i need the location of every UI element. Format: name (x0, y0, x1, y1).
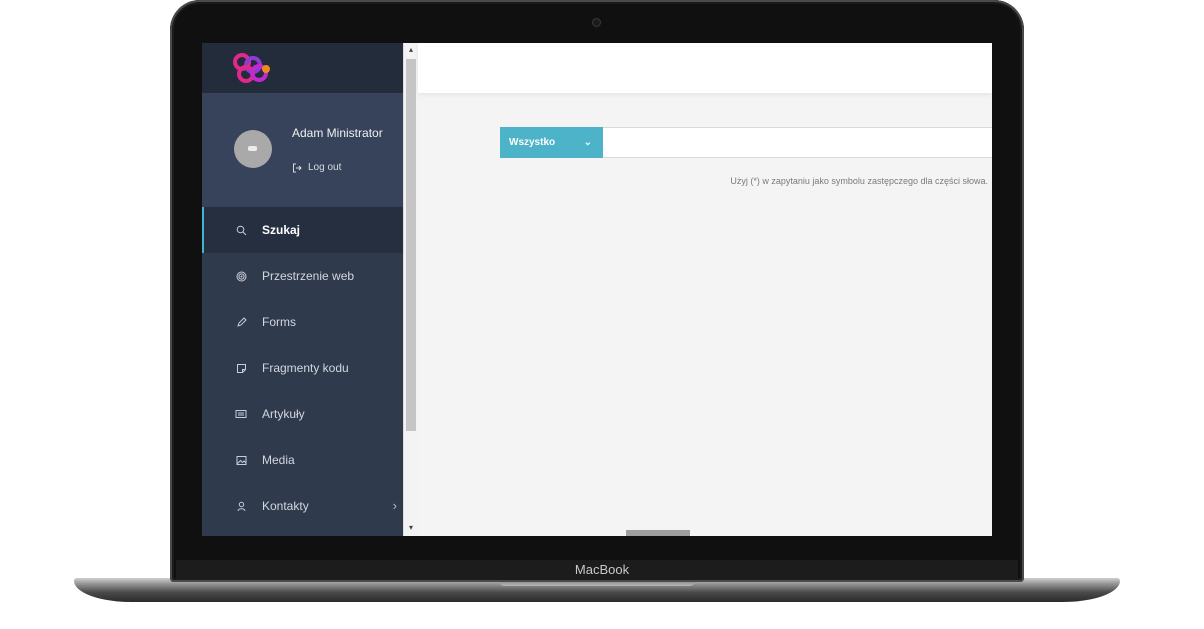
sidebar-item-media[interactable]: Media (202, 437, 403, 483)
sidebar-item-label: Artykuły (262, 407, 305, 421)
avatar-placeholder-icon (248, 146, 257, 151)
logout-icon (293, 163, 302, 172)
top-header (418, 43, 992, 93)
camera-icon (592, 18, 601, 27)
scrollbar-thumb[interactable] (406, 59, 416, 431)
chevron-right-icon: › (392, 498, 397, 513)
app-logo[interactable] (232, 52, 288, 84)
search-filter-label: Wszystko (509, 137, 556, 148)
search-input[interactable] (603, 127, 992, 158)
user-profile: Adam Ministrator Log out (202, 93, 403, 207)
sidebar-item-fragmenty-kodu[interactable]: Fragmenty kodu (202, 345, 403, 391)
search-bar: Wszystko ⌄ (500, 127, 992, 158)
search-icon (234, 225, 248, 236)
logout-link[interactable]: Log out (292, 162, 341, 173)
user-icon (234, 501, 248, 512)
newspaper-icon (234, 409, 248, 419)
user-name: Adam Ministrator (292, 126, 383, 140)
sidebar-menu: Szukaj Przestrzenie web Forms Fragmenty … (202, 207, 403, 529)
sidebar-item-artykuly[interactable]: Artykuły (202, 391, 403, 437)
avatar[interactable] (234, 130, 272, 168)
image-icon (234, 455, 248, 466)
sidebar-item-szukaj[interactable]: Szukaj (202, 207, 403, 253)
sidebar-item-kontakty[interactable]: Kontakty › (202, 483, 403, 529)
note-icon (234, 363, 248, 374)
screen: Adam Ministrator Log out Szukaj Przestrz… (202, 43, 992, 536)
sidebar-item-przestrzenie-web[interactable]: Przestrzenie web (202, 253, 403, 299)
sidebar-item-label: Fragmenty kodu (262, 361, 349, 375)
sidebar-item-forms[interactable]: Forms (202, 299, 403, 345)
horizontal-scrollbar-thumb[interactable] (626, 530, 690, 536)
sidebar-scrollbar[interactable]: ▴ ▾ (403, 43, 418, 536)
sidebar-item-label: Kontakty (262, 499, 309, 513)
sidebar-item-label: Media (262, 453, 295, 467)
chevron-down-icon: ⌄ (583, 137, 592, 148)
sidebar-item-label: Forms (262, 315, 296, 329)
sidebar-item-label: Przestrzenie web (262, 269, 355, 283)
pencil-icon (234, 316, 248, 328)
scroll-up-icon[interactable]: ▴ (406, 45, 416, 55)
device-brand-label: MacBook (574, 562, 630, 577)
logout-label: Log out (308, 162, 342, 173)
scroll-down-icon[interactable]: ▾ (406, 523, 416, 533)
sidebar: Adam Ministrator Log out Szukaj Przestrz… (202, 43, 403, 536)
search-filter-dropdown[interactable]: Wszystko ⌄ (500, 127, 603, 158)
logo-bar (202, 43, 403, 93)
target-icon (234, 271, 248, 282)
search-hint: Użyj (*) w zapytaniu jako symbolu zastęp… (730, 176, 988, 186)
sidebar-item-label: Szukaj (262, 223, 301, 237)
